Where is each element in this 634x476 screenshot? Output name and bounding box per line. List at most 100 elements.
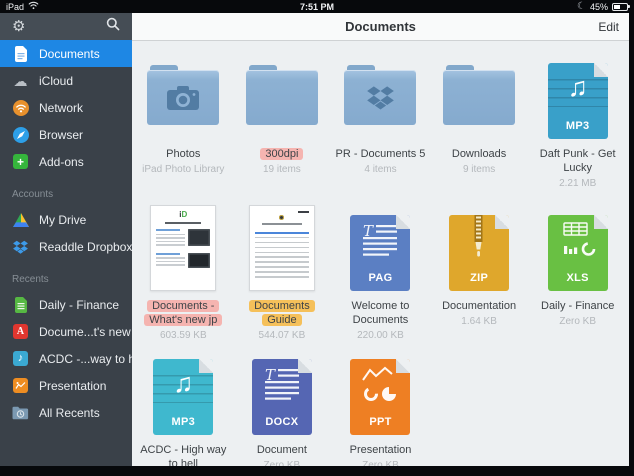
- file-type-badge: PPT: [369, 416, 392, 428]
- search-highlight: Documents - What's new jp: [144, 300, 223, 326]
- sidebar-item-add-ons[interactable]: + Add-ons: [0, 148, 132, 175]
- sidebar-item-label: My Drive: [39, 212, 87, 227]
- file-type-badge: MP3: [565, 120, 590, 132]
- do-not-disturb-moon-icon: ☾: [577, 0, 586, 12]
- grid-row: ♫MP3ACDC - High way to hellZero KBTDOCXD…: [134, 355, 627, 466]
- page-title: Documents: [345, 19, 416, 34]
- pdf-preview-thumbnail: iD: [150, 205, 217, 291]
- sidebar-item-docume-t-s-new-jp[interactable]: A Docume...t's new jp: [0, 318, 132, 345]
- grid-item-documentation[interactable]: ZIP Documentation 1.64 KB: [430, 203, 529, 355]
- grid-item-welcome-to-documents[interactable]: T PAG Welcome to Documents 220.00 KB: [331, 203, 430, 355]
- spreadsheet-icon: [12, 296, 29, 313]
- grid-item-daily-finance[interactable]: XLS Daily - Finance Zero KB: [528, 203, 627, 355]
- grid-item-daft-punk-get-lucky[interactable]: ♫ MP3 Daft Punk - Get Lucky 2.21 MB: [528, 55, 627, 203]
- file-subtitle: iPad Photo Library: [142, 164, 225, 175]
- sidebar-item-icloud[interactable]: ☁ iCloud: [0, 67, 132, 94]
- file-title: ACDC - High way to hell: [140, 444, 227, 466]
- file-subtitle: 19 items: [262, 164, 301, 175]
- sidebar-item-network[interactable]: Network: [0, 94, 132, 121]
- search-icon[interactable]: [106, 17, 120, 36]
- sidebar-item-daily-finance[interactable]: Daily - Finance: [0, 291, 132, 318]
- sidebar-item-acdc-way-to-hell[interactable]: ♪ ACDC -...way to hell: [0, 345, 132, 372]
- grid-item-documents-guide[interactable]: Documents Guide 544.07 KB: [233, 203, 332, 355]
- sidebar-item-presentation[interactable]: Presentation: [0, 372, 132, 399]
- sidebar-item-readdle-dropbox[interactable]: Readdle Dropbox: [0, 233, 132, 260]
- file-title: Documents Guide: [236, 299, 329, 327]
- sidebar-item-label: Docume...t's new jp: [39, 324, 132, 339]
- sidebar-accounts: My Drive Readdle Dropbox: [0, 206, 132, 260]
- search-highlight: 300dpi: [260, 148, 304, 160]
- addons-icon: +: [12, 153, 29, 170]
- file-title: Welcome to Documents: [351, 300, 410, 326]
- sidebar-item-all-recents[interactable]: All Recents: [0, 399, 132, 426]
- pdf-icon: A: [12, 323, 29, 340]
- cloud-icon: ☁: [13, 72, 28, 89]
- ipad-screen: iPad 7:51 PM ☾ 45% ⚙ Documents ☁ iCloud Net…: [0, 0, 634, 476]
- pdf-preview-thumbnail: [248, 205, 315, 291]
- main-header: Documents Edit: [132, 13, 629, 41]
- sidebar-item-label: Presentation: [39, 378, 107, 393]
- file-title: 300dpi: [260, 147, 304, 161]
- file-subtitle: 1.64 KB: [461, 316, 497, 327]
- grid-item-acdc-high-way-to-hell[interactable]: ♫MP3ACDC - High way to hellZero KB: [134, 355, 233, 466]
- file-subtitle: 544.07 KB: [258, 330, 306, 341]
- sidebar-item-label: All Recents: [39, 405, 100, 420]
- grid-item-documents-what-s-new-jp[interactable]: iD Documents - What's new jp 603.59 KB: [134, 203, 233, 355]
- file-title: Document: [256, 444, 307, 456]
- ppt-file-icon: PPT: [350, 359, 411, 435]
- file-subtitle: 2.21 MB: [559, 178, 597, 189]
- network-icon: [12, 99, 29, 116]
- file-title: Daft Punk - Get Lucky: [539, 148, 616, 174]
- battery-percent: 45%: [589, 1, 608, 12]
- xls-file-icon: XLS: [547, 215, 608, 291]
- search-highlight: Documents Guide: [249, 300, 315, 326]
- file-type-badge: DOCX: [265, 416, 299, 428]
- grid-item-downloads[interactable]: Downloads 9 items: [430, 55, 529, 203]
- sidebar-item-label: Network: [39, 100, 84, 115]
- status-time: 7:51 PM: [299, 1, 334, 12]
- sidebar-item-my-drive[interactable]: My Drive: [0, 206, 132, 233]
- sidebar-item-label: Documents: [39, 46, 100, 61]
- grid-item-300dpi[interactable]: 300dpi 19 items: [233, 55, 332, 203]
- sidebar-item-label: ACDC -...way to hell: [39, 351, 132, 366]
- folder-icon: [443, 65, 516, 125]
- sidebar-header: ⚙: [0, 13, 132, 40]
- accounts-section-label: Accounts: [12, 189, 54, 200]
- file-type-badge: ZIP: [470, 272, 489, 284]
- main-panel: Documents Edit Photos iPad Photo Library 3…: [132, 13, 629, 466]
- zip-file-icon: ZIP: [449, 215, 510, 291]
- grid-row: iD Documents - What's new jp 603.59 KB Docu…: [134, 203, 627, 355]
- sidebar-item-documents[interactable]: Documents: [0, 40, 132, 67]
- file-subtitle: Zero KB: [362, 460, 399, 466]
- sidebar-nav: Documents ☁ iCloud Network Browser + Add-ons: [0, 40, 132, 175]
- grid-item-presentation[interactable]: PPT Presentation Zero KB: [331, 355, 430, 466]
- google-drive-icon: [12, 211, 29, 228]
- grid-item-photos[interactable]: Photos iPad Photo Library: [134, 55, 233, 203]
- file-grid: Photos iPad Photo Library 300dpi 19 items PR…: [132, 41, 629, 466]
- recents-folder-icon: [12, 404, 29, 421]
- mp3-file-icon: ♫ MP3: [153, 359, 214, 435]
- file-title: Documentation: [442, 300, 517, 312]
- file-type-badge: PAG: [368, 272, 393, 284]
- file-title: PR - Documents 5: [335, 148, 426, 160]
- grid-item-document[interactable]: T DOCX Document Zero KB: [233, 355, 332, 466]
- sidebar-item-label: Readdle Dropbox: [39, 239, 132, 254]
- recents-section-label: Recents: [12, 274, 49, 285]
- grid-item-pr-documents-5[interactable]: PR - Documents 5 4 items: [331, 55, 430, 203]
- edit-button[interactable]: Edit: [598, 13, 619, 40]
- presentation-icon: [12, 377, 29, 394]
- sidebar-item-browser[interactable]: Browser: [0, 121, 132, 148]
- sidebar-recents: Daily - Finance A Docume...t's new jp ♪ ACDC…: [0, 291, 132, 426]
- docx-file-icon: T DOCX: [251, 359, 312, 435]
- file-type-badge: MP3: [171, 416, 196, 428]
- file-title: Documents - What's new jp: [137, 299, 230, 327]
- documents-app: ⚙ Documents ☁ iCloud Network Browser + Add-ons…: [0, 13, 629, 466]
- battery-icon: [612, 2, 630, 11]
- sidebar-item-label: Daily - Finance: [39, 297, 120, 312]
- settings-gear-icon[interactable]: ⚙: [12, 19, 25, 34]
- music-icon: ♪: [12, 350, 29, 367]
- file-subtitle: 603.59 KB: [159, 330, 207, 341]
- grid-row: Photos iPad Photo Library 300dpi 19 items PR…: [134, 55, 627, 203]
- document-icon: [12, 45, 29, 62]
- file-subtitle: 9 items: [462, 164, 496, 175]
